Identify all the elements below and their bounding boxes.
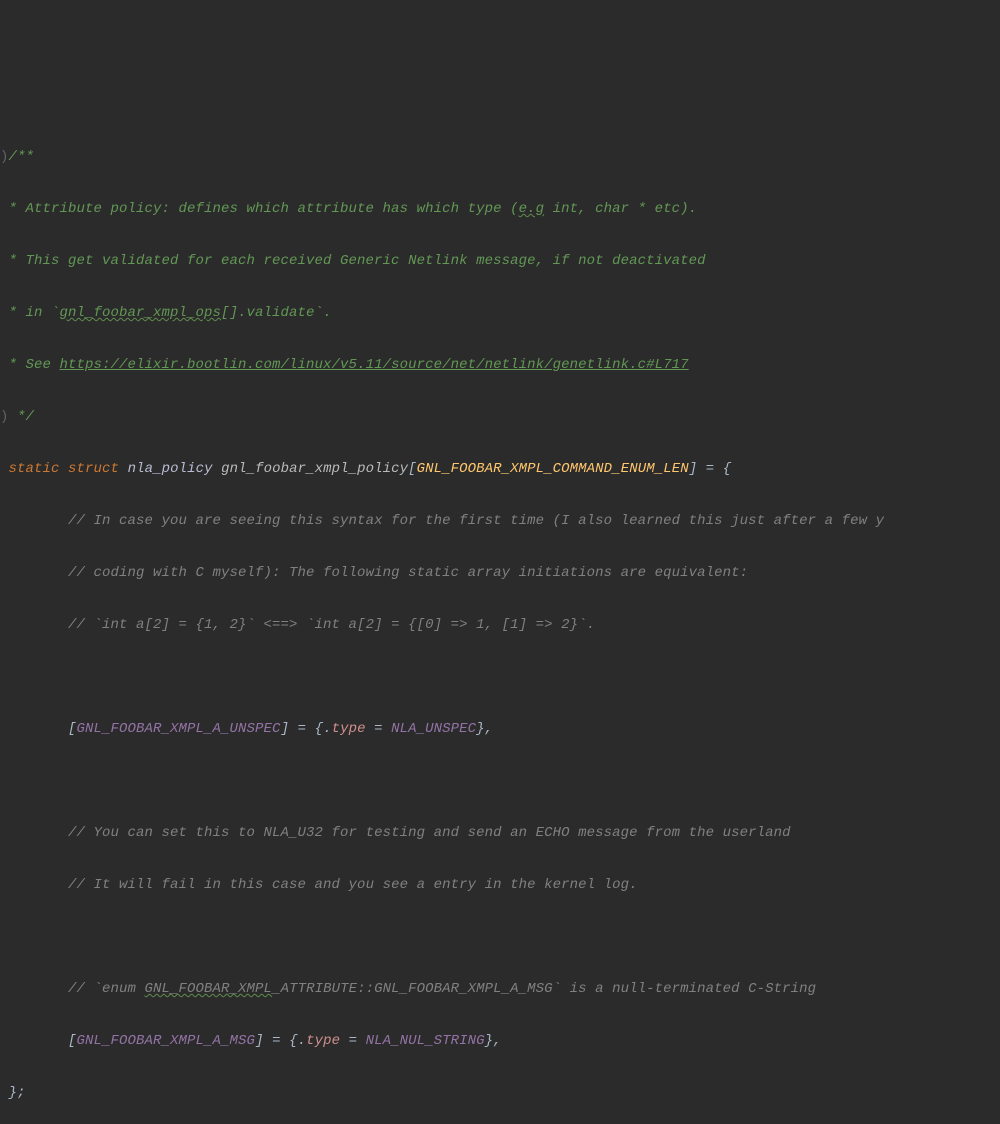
enum-index: GNL_FOOBAR_XMPL_A_MSG [77, 1033, 256, 1049]
line-comment: // `enum GNL_FOOBAR_XMPL_ATTRIBUTE::GNL_… [68, 981, 816, 997]
doc-comment-line: * Attribute policy: defines which attrib… [0, 201, 697, 217]
variable-name: gnl_foobar_xmpl_policy [221, 461, 408, 477]
doc-comment-open: /** [9, 149, 35, 165]
field-name: type [332, 721, 366, 737]
keyword-struct: struct [68, 461, 119, 477]
code-editor[interactable]: )/** * Attribute policy: defines which a… [0, 118, 1000, 1124]
line-comment: // It will fail in this case and you see… [68, 877, 638, 893]
close-brace: }; [9, 1085, 26, 1101]
doc-link[interactable]: https://elixir.bootlin.com/linux/v5.11/s… [60, 357, 689, 373]
declaration-line: static struct nla_policy gnl_foobar_xmpl… [0, 456, 1000, 482]
enum-index: GNL_FOOBAR_XMPL_A_UNSPEC [77, 721, 281, 737]
array-size-macro: GNL_FOOBAR_XMPL_COMMAND_ENUM_LEN [417, 461, 689, 477]
array-entry: [GNL_FOOBAR_XMPL_A_MSG] = {.type = NLA_N… [0, 1028, 1000, 1054]
doc-comment-line: * This get validated for each received G… [0, 253, 706, 269]
enum-value: NLA_NUL_STRING [366, 1033, 485, 1049]
keyword-static: static [9, 461, 60, 477]
line-comment: // You can set this to NLA_U32 for testi… [68, 825, 791, 841]
type-name: nla_policy [128, 461, 213, 477]
gutter-fragment: ) [0, 409, 9, 425]
field-name: type [306, 1033, 340, 1049]
gutter-fragment: ) [0, 149, 9, 165]
line-comment: // `int a[2] = {1, 2}` <==> `int a[2] = … [68, 617, 595, 633]
doc-comment-line: * in `gnl_foobar_xmpl_ops[].validate`. [0, 305, 332, 321]
doc-comment-close: */ [9, 409, 35, 425]
line-comment: // In case you are seeing this syntax fo… [68, 513, 884, 529]
enum-value: NLA_UNSPEC [391, 721, 476, 737]
array-entry: [GNL_FOOBAR_XMPL_A_UNSPEC] = {.type = NL… [0, 716, 1000, 742]
line-comment: // coding with C myself): The following … [68, 565, 748, 581]
doc-comment-line: * See https://elixir.bootlin.com/linux/v… [0, 357, 689, 373]
